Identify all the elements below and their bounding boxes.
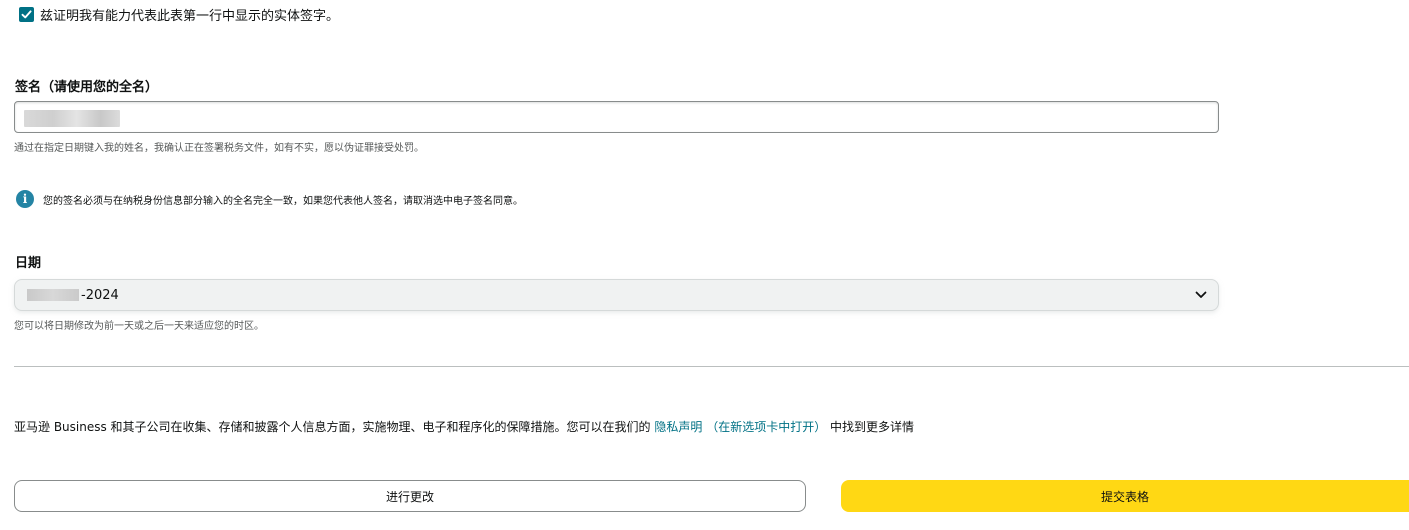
- signature-redaction: [24, 110, 120, 127]
- make-changes-button[interactable]: 进行更改: [14, 480, 806, 512]
- section-divider: [14, 366, 1409, 367]
- date-helper-text: 您可以将日期修改为前一天或之后一天来适应您的时区。: [14, 321, 264, 332]
- signature-label: 签名（请使用您的全名）: [15, 80, 159, 95]
- date-select[interactable]: -2024: [14, 279, 1219, 311]
- signature-helper-text: 通过在指定日期键入我的姓名，我确认正在签署税务文件，如有不实，愿以伪证罪接受处罚…: [14, 143, 424, 154]
- info-icon: i: [16, 190, 34, 208]
- tax-signature-form: 兹证明我有能力代表此表第一行中显示的实体签字。 签名（请使用您的全名） 通过在指…: [0, 0, 1409, 530]
- signature-input[interactable]: [14, 101, 1219, 133]
- date-value: -2024: [81, 287, 119, 303]
- certification-row: 兹证明我有能力代表此表第一行中显示的实体签字。: [19, 4, 339, 24]
- privacy-statement: 亚马逊 Business 和其子公司在收集、存储和披露个人信息方面，实施物理、电…: [14, 418, 914, 435]
- privacy-text-after: 中找到更多详情: [826, 420, 915, 434]
- certification-checkbox[interactable]: [19, 6, 34, 22]
- date-redaction: [27, 289, 79, 301]
- submit-form-button[interactable]: 提交表格: [841, 480, 1409, 512]
- privacy-text-before: 亚马逊 Business 和其子公司在收集、存储和披露个人信息方面，实施物理、电…: [14, 420, 655, 434]
- chevron-down-icon: [1194, 288, 1208, 302]
- info-notice-text: 您的签名必须与在纳税身份信息部分输入的全名完全一致，如果您代表他人签名，请取消选…: [43, 195, 523, 207]
- date-label: 日期: [15, 256, 42, 271]
- certification-text: 兹证明我有能力代表此表第一行中显示的实体签字。: [40, 8, 340, 24]
- checkmark-icon: [21, 9, 32, 18]
- privacy-notice-link[interactable]: 隐私声明 （在新选项卡中打开）: [654, 420, 826, 434]
- signature-info-notice: i 您的签名必须与在纳税身份信息部分输入的全名完全一致，如果您代表他人签名，请取…: [16, 190, 523, 208]
